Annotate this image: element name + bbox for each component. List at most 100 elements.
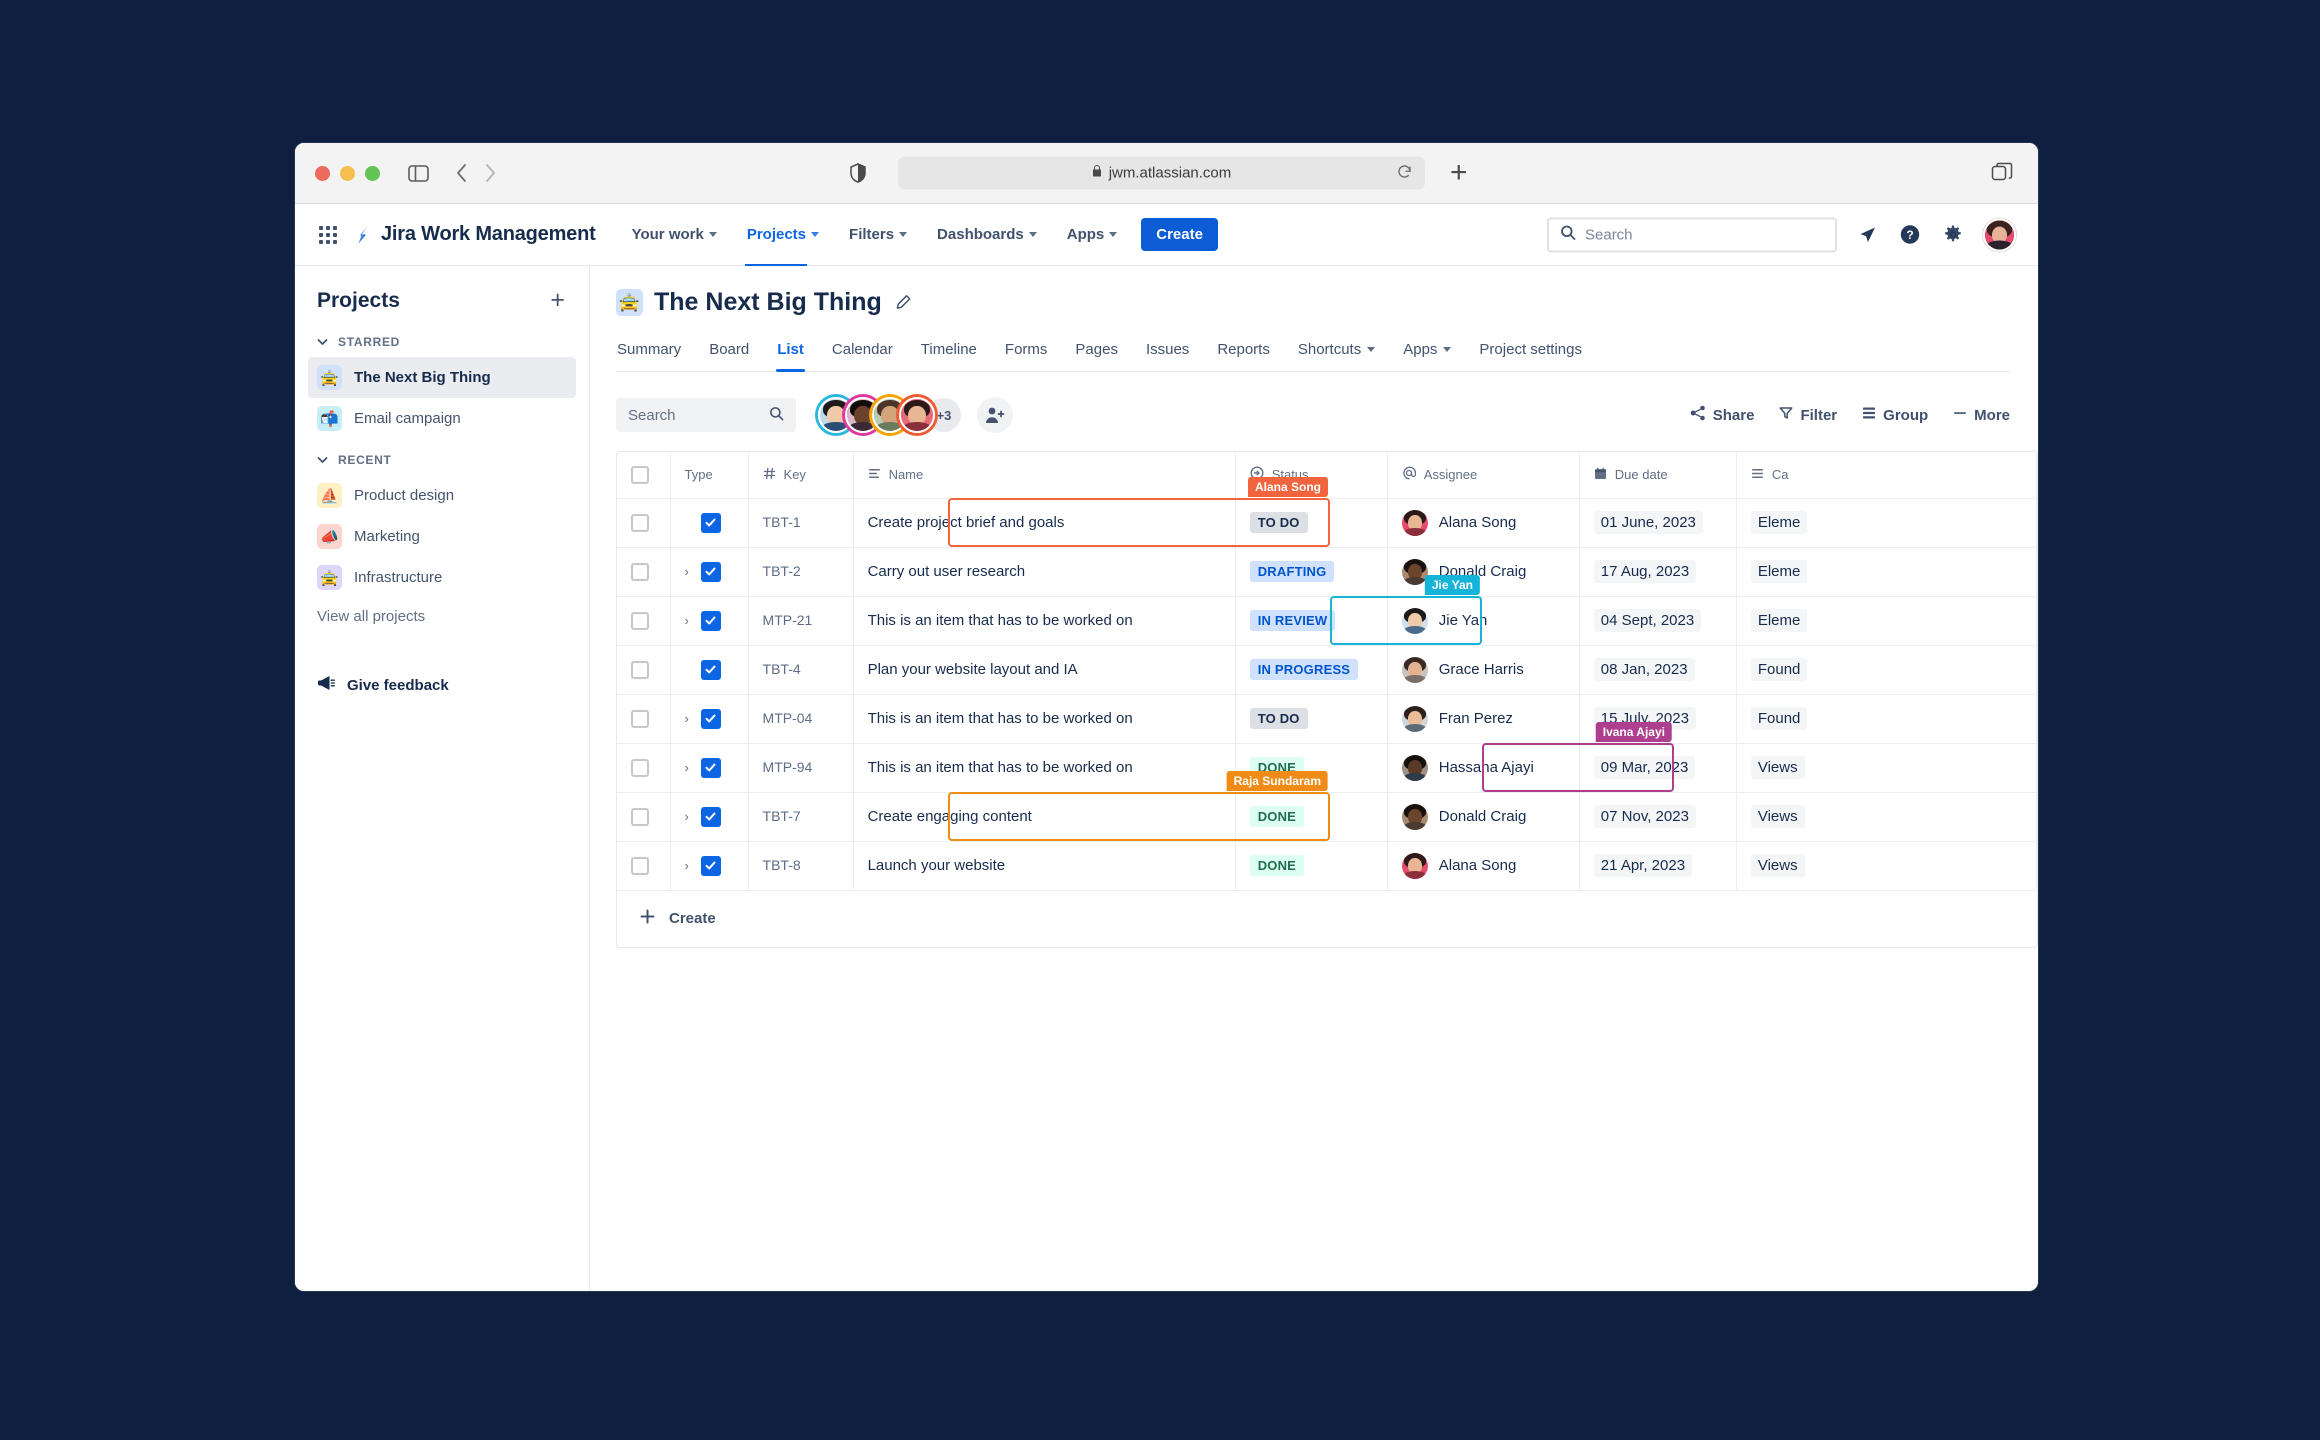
row-select-cell[interactable]: [617, 645, 671, 695]
view-all-projects-link[interactable]: View all projects: [295, 598, 589, 635]
row-assignee-cell[interactable]: Grace Harris: [1387, 645, 1580, 695]
forward-icon[interactable]: [484, 163, 497, 183]
project-emoji-icon[interactable]: 🚖: [616, 289, 643, 316]
row-category-cell[interactable]: Eleme: [1736, 498, 2037, 548]
table-row[interactable]: TBT-1 Create project brief and goals TO …: [617, 498, 2037, 548]
row-checkbox[interactable]: [631, 562, 649, 581]
column-header-type[interactable]: Type: [670, 452, 749, 499]
row-category-cell[interactable]: Found: [1736, 645, 2037, 695]
row-select-cell[interactable]: [617, 498, 671, 548]
row-assignee-cell[interactable]: Donald Craig: [1387, 792, 1580, 842]
close-window-button[interactable]: [315, 165, 330, 181]
row-name-cell[interactable]: Launch your website: [853, 841, 1236, 891]
row-name-cell[interactable]: Create engaging content: [853, 792, 1236, 842]
row-name-cell[interactable]: This is an item that has to be worked on: [853, 743, 1236, 793]
tab-apps[interactable]: Apps: [1402, 335, 1452, 371]
row-due-date-cell[interactable]: 09 Mar, 2023: [1579, 743, 1737, 793]
table-row[interactable]: › MTP-94 This is an item that has to be …: [617, 743, 2037, 793]
row-select-cell[interactable]: [617, 694, 671, 744]
row-assignee-cell[interactable]: Alana Song: [1387, 498, 1580, 548]
row-checkbox[interactable]: [631, 856, 649, 875]
expand-row-icon[interactable]: ›: [685, 564, 695, 579]
expand-row-icon[interactable]: ›: [685, 760, 695, 775]
shield-icon[interactable]: [850, 163, 866, 183]
row-type-cell[interactable]: ›: [670, 743, 749, 793]
row-name-cell[interactable]: This is an item that has to be worked on: [853, 596, 1236, 646]
row-key-cell[interactable]: TBT-7: [748, 792, 854, 842]
row-select-cell[interactable]: [617, 792, 671, 842]
row-category-cell[interactable]: Eleme: [1736, 547, 2037, 597]
row-due-date-cell[interactable]: 15 July, 2023: [1579, 694, 1737, 744]
row-checkbox[interactable]: [631, 709, 649, 728]
sidebar-group-recent[interactable]: RECENT: [295, 453, 589, 467]
select-all-checkbox[interactable]: [631, 465, 649, 484]
filter-button[interactable]: Filter: [1779, 406, 1837, 424]
row-type-cell[interactable]: ›: [670, 547, 749, 597]
tab-issues[interactable]: Issues: [1145, 335, 1190, 371]
global-search-input[interactable]: Search: [1547, 217, 1837, 252]
table-row[interactable]: TBT-4 Plan your website layout and IA IN…: [617, 645, 2037, 695]
sidebar-item-infrastructure[interactable]: 🚖 Infrastructure: [308, 557, 576, 598]
nav-filters[interactable]: Filters: [847, 221, 909, 248]
row-type-cell[interactable]: ›: [670, 596, 749, 646]
column-header-due-date[interactable]: Due date: [1579, 452, 1737, 499]
row-due-date-cell[interactable]: 07 Nov, 2023: [1579, 792, 1737, 842]
row-select-cell[interactable]: [617, 743, 671, 793]
row-status-cell[interactable]: IN PROGRESS: [1235, 645, 1388, 695]
sidebar-item-email-campaign[interactable]: 📬 Email campaign: [308, 398, 576, 439]
table-row[interactable]: › TBT-8 Launch your website DONE Alana S…: [617, 841, 2037, 891]
row-key-cell[interactable]: MTP-04: [748, 694, 854, 744]
tab-shortcuts[interactable]: Shortcuts: [1297, 335, 1376, 371]
gear-icon[interactable]: [1940, 222, 1966, 248]
avatar[interactable]: [1983, 218, 2016, 251]
tab-summary[interactable]: Summary: [616, 335, 682, 371]
row-checkbox[interactable]: [631, 660, 649, 679]
add-people-button[interactable]: [977, 397, 1013, 433]
row-category-cell[interactable]: Views: [1736, 743, 2037, 793]
brand-logo[interactable]: Jira Work Management: [353, 223, 596, 246]
edit-pencil-icon[interactable]: [895, 294, 912, 311]
reload-icon[interactable]: [1397, 164, 1412, 183]
row-select-cell[interactable]: [617, 841, 671, 891]
row-key-cell[interactable]: MTP-94: [748, 743, 854, 793]
notifications-icon[interactable]: [1854, 222, 1880, 248]
row-type-cell[interactable]: ›: [670, 841, 749, 891]
add-project-button[interactable]: +: [550, 288, 565, 313]
row-assignee-cell[interactable]: Hassana Ajayi: [1387, 743, 1580, 793]
sidebar-item-the-next-big-thing[interactable]: 🚖 The Next Big Thing: [308, 357, 576, 398]
tab-reports[interactable]: Reports: [1216, 335, 1271, 371]
tabs-overview-icon[interactable]: [1991, 162, 2013, 184]
maximize-window-button[interactable]: [365, 165, 380, 181]
apps-grid-icon[interactable]: [319, 225, 337, 244]
row-checkbox[interactable]: [631, 758, 649, 777]
row-checkbox[interactable]: [631, 807, 649, 826]
row-type-cell[interactable]: ›: [670, 792, 749, 842]
row-status-cell[interactable]: TO DO: [1235, 498, 1388, 548]
expand-row-icon[interactable]: ›: [685, 858, 695, 873]
row-assignee-cell[interactable]: Donald Craig: [1387, 547, 1580, 597]
column-header-status[interactable]: Status: [1235, 452, 1388, 499]
row-assignee-cell[interactable]: Alana Song: [1387, 841, 1580, 891]
column-header-category[interactable]: Ca: [1736, 452, 2037, 499]
row-key-cell[interactable]: TBT-2: [748, 547, 854, 597]
avatar[interactable]: [899, 397, 935, 433]
nav-projects[interactable]: Projects: [744, 221, 821, 266]
row-assignee-cell[interactable]: Fran Perez: [1387, 694, 1580, 744]
row-due-date-cell[interactable]: 17 Aug, 2023: [1579, 547, 1737, 597]
help-icon[interactable]: ?: [1897, 222, 1923, 248]
tab-project-settings[interactable]: Project settings: [1478, 335, 1583, 371]
column-header-key[interactable]: Key: [748, 452, 854, 499]
row-due-date-cell[interactable]: 04 Sept, 2023: [1579, 596, 1737, 646]
sidebar-item-marketing[interactable]: 📣 Marketing: [308, 516, 576, 557]
column-header-name[interactable]: Name: [853, 452, 1236, 499]
search-input[interactable]: Search: [616, 398, 796, 432]
row-category-cell[interactable]: Eleme: [1736, 596, 2037, 646]
create-button[interactable]: Create: [1141, 218, 1218, 251]
row-category-cell[interactable]: Views: [1736, 792, 2037, 842]
tab-board[interactable]: Board: [708, 335, 750, 371]
expand-row-icon[interactable]: ›: [685, 613, 695, 628]
more-button[interactable]: More: [1953, 406, 2010, 424]
row-category-cell[interactable]: Found: [1736, 694, 2037, 744]
share-button[interactable]: Share: [1690, 405, 1754, 425]
sidebar-group-starred[interactable]: STARRED: [295, 335, 589, 349]
